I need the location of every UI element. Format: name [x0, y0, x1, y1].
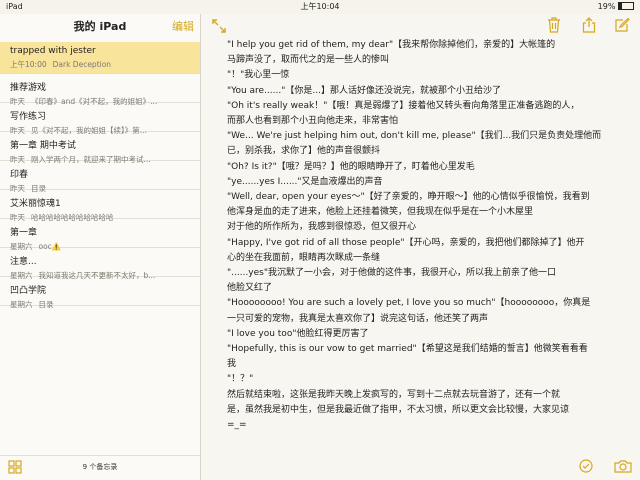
note-line: 他浑身是血的走了进来，他脸上还挂着微笑，但我现在似乎是在一个小木屋里	[227, 207, 534, 218]
note-title: trapped with jester	[10, 46, 96, 56]
note-item-chapter-one[interactable]: 第一章 星期六 ooc⚠️	[0, 219, 200, 251]
note-list: trapped with jester 上午10:00 Dark Deceptio…	[0, 42, 200, 309]
note-line: "Hopefully, this is our vow to get marri…	[227, 344, 588, 355]
note-title: 注意...	[10, 257, 37, 267]
note-item-aotu-academy[interactable]: 凹凸学院 星期六 目录	[0, 277, 200, 309]
note-date: 星期六	[10, 271, 33, 280]
note-title: 凹凸学院	[10, 286, 47, 296]
note-title: 第一章	[10, 228, 38, 238]
note-meta: 上午10:00 Dark Deception	[10, 59, 190, 70]
note-line: 然后就结束啦，这张是我昨天晚上发疯写的，写到十二点就去玩音游了，还有一个就	[227, 389, 561, 400]
note-line: "Hoooooooo! You are such a lovely pet, I…	[227, 298, 591, 309]
note-line: "Oh it's really weak！"【哦！真是弱爆了】接着他又转头看向角…	[227, 100, 580, 111]
note-date: 上午10:00	[10, 60, 47, 69]
checklist-icon[interactable]	[579, 458, 593, 473]
note-line: "Well, dear, open your eyes～"【好了亲爱的，睁开眼～…	[227, 192, 590, 203]
note-preview: Dark Deception	[52, 60, 112, 69]
note-line: "We... We're just helping him out, don't…	[227, 131, 602, 142]
note-title: 印春	[10, 170, 29, 180]
note-preview: 见《对不起，我的姐姐【续】》第...	[31, 126, 147, 135]
note-line: 是，虽然我是初中生，但是我最近做了指甲，不太习惯，所以更文会比较慢，大家见谅	[227, 404, 570, 415]
note-meta: 星期六 目录	[10, 299, 190, 310]
note-date: 星期六	[10, 300, 33, 309]
note-line: 马蹄声没了，取而代之的是一些人的惨叫	[227, 55, 390, 66]
folder-title: 我的 iPad	[73, 20, 127, 33]
notes-sidebar: 我的 iPad 编辑 trapped with jester 上午10:00 Da…	[0, 14, 201, 480]
note-count: 9 个备忘录	[82, 463, 118, 471]
note-line: 对于他的所作所为，我感到很惊恐，但又很开心	[227, 222, 417, 233]
note-date: 昨天	[10, 155, 25, 164]
editor-bottom-toolbar	[579, 455, 632, 474]
note-preview: 目录	[31, 184, 46, 193]
battery-status: 19%	[598, 0, 634, 14]
battery-icon	[618, 1, 634, 10]
note-item-writing-practice[interactable]: 写作练习 昨天 见《对不起，我的姐姐【续】》第...	[0, 103, 200, 135]
note-item-notice[interactable]: 注意... 星期六 我知道我这几天不更新不太好，b...	[0, 248, 200, 280]
note-preview: 刚入学两个月，就迎来了期中考试...	[31, 155, 151, 164]
note-line: "I love you too"他脸红得更厉害了	[227, 328, 369, 339]
note-line: "......yes"我沉默了一小会，对于他做的这件事，我很开心，所以我上前亲了…	[227, 268, 556, 279]
status-bar: iPad 上午10:04 19%	[0, 0, 640, 14]
note-preview: 哈哈哈哈哈哈哈哈哈哈哈	[31, 213, 114, 222]
note-preview: 《印春》and《对不起，我的姐姐》...	[31, 97, 158, 106]
note-preview: 我知道我这几天不更新不太好，b...	[38, 271, 156, 280]
trash-icon[interactable]	[547, 17, 561, 33]
note-date: 昨天	[10, 126, 25, 135]
note-date: 昨天	[10, 97, 25, 106]
note-body[interactable]: "I help you get rid of them, my dear"【我来…	[227, 38, 627, 433]
note-line: "！"我心里一惊	[227, 70, 290, 81]
note-line: =_=	[227, 420, 247, 431]
note-preview: ooc⚠️	[38, 242, 62, 251]
note-title: 艾米丽惊魂1	[10, 199, 61, 209]
note-line: "Happy, I've got rid of all those people…	[227, 237, 585, 248]
note-date: 昨天	[10, 184, 25, 193]
note-item-recommend-games[interactable]: 推荐游戏 昨天 《印春》and《对不起，我的姐姐》...	[0, 74, 200, 106]
note-line: 心的坐在我面前，眼睛再次眯成一条缝	[227, 252, 381, 263]
share-icon[interactable]	[582, 17, 596, 33]
note-item-trapped-with-jester[interactable]: trapped with jester 上午10:00 Dark Deceptio…	[0, 42, 200, 74]
compose-icon[interactable]	[614, 17, 630, 33]
edit-button[interactable]: 编辑	[172, 18, 194, 34]
note-preview: 目录	[38, 300, 54, 309]
note-line: 他脸又红了	[227, 283, 273, 294]
note-line: 我	[227, 359, 237, 370]
note-title: 推荐游戏	[10, 83, 47, 93]
note-line: 而那人也看到那个小丑向他走来，非常害怕	[227, 116, 399, 127]
note-date: 昨天	[10, 213, 25, 222]
note-item-emily-horror[interactable]: 艾米丽惊魂1 昨天 哈哈哈哈哈哈哈哈哈哈哈	[0, 190, 200, 222]
note-date: 星期六	[10, 242, 33, 251]
note-line: 已，别杀我，求你了】他的声音很颤抖	[227, 146, 381, 157]
note-title: 第一章 期中考试	[10, 141, 76, 151]
note-line: 一只可爱的宠物，我真是太喜欢你了】说完这句话，他还笑了两声	[227, 313, 489, 324]
clock: 上午10:04	[300, 2, 340, 11]
sidebar-header: 我的 iPad 编辑	[0, 14, 200, 42]
note-line: "I help you get rid of them, my dear"【我来…	[227, 40, 556, 50]
battery-percent: 19%	[597, 2, 616, 11]
note-line: "ye......yes I......"又是血液爆出的声音	[227, 176, 383, 187]
note-editor[interactable]: "I help you get rid of them, my dear"【我来…	[201, 14, 640, 480]
expand-icon[interactable]	[211, 18, 227, 34]
note-title: 写作练习	[10, 112, 47, 122]
note-line: "You are......"【你是...】那人话好像还没说完，就被那个小丑给沙…	[227, 85, 501, 96]
note-item-midterm-chapter[interactable]: 第一章 期中考试 昨天 刚入学两个月，就迎来了期中考试...	[0, 132, 200, 164]
camera-icon[interactable]	[614, 459, 632, 473]
sidebar-footer: 9 个备忘录	[0, 455, 200, 480]
note-line: "！？"	[227, 374, 254, 385]
note-item-yinchun[interactable]: 印春 昨天 目录	[0, 161, 200, 193]
note-line: "Oh? Is it?"【哦？是吗？】他的眼睛睁开了，盯着他心里发毛	[227, 161, 475, 172]
